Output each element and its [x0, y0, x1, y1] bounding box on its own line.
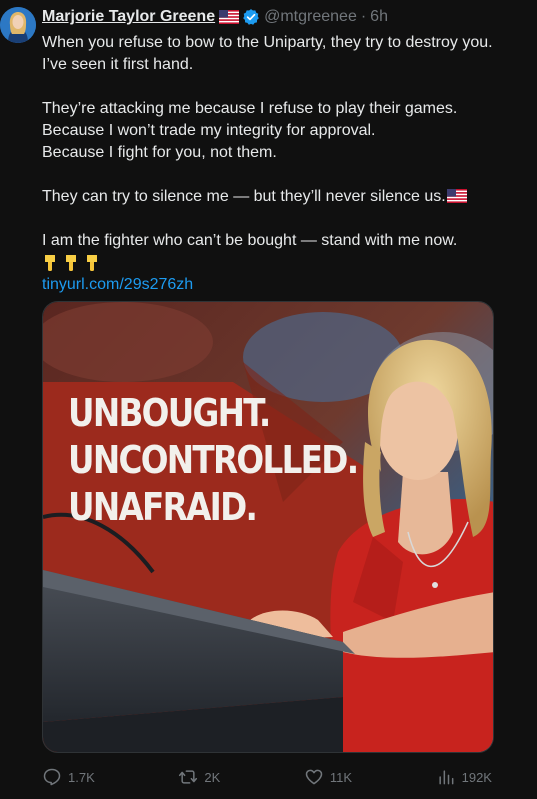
- separator-dot: ·: [360, 8, 367, 25]
- tweet-link[interactable]: tinyurl.com/29s276zh: [42, 276, 193, 293]
- text-line: When you refuse to bow to the Uniparty, …: [42, 34, 493, 51]
- backhand-index-pointing-down-icon: [63, 254, 79, 272]
- handle[interactable]: @mtgreenee: [264, 8, 357, 26]
- repost-icon: [179, 770, 198, 784]
- avatar-image: [0, 7, 36, 43]
- headline-line: UNAFRAID.: [68, 485, 258, 529]
- repost-count: 2K: [204, 769, 221, 785]
- backhand-index-pointing-down-icon: [84, 254, 100, 272]
- text-line: They’re attacking me because I refuse to…: [42, 100, 458, 117]
- heart-icon: [305, 769, 323, 785]
- graphic-headline: UNBOUGHT. UNCONTROLLED. UNAFRAID.: [68, 390, 359, 531]
- reply-count: 1.7K: [68, 769, 95, 785]
- like-count: 11K: [329, 769, 353, 785]
- like-button[interactable]: 11K: [304, 767, 352, 787]
- view-count: 192K: [461, 769, 492, 785]
- tweet-actions: 1.7K 2K 11K 192K: [42, 764, 492, 790]
- avatar[interactable]: [0, 7, 36, 43]
- us-flag-icon: [219, 10, 240, 24]
- text-line: Because I won’t trade my integrity for a…: [42, 122, 376, 139]
- headline-line: UNBOUGHT.: [68, 391, 271, 435]
- repost-button[interactable]: 2K: [178, 767, 220, 787]
- backhand-index-pointing-down-icon: [42, 254, 58, 272]
- analytics-icon: [439, 770, 454, 785]
- views-button[interactable]: 192K: [436, 767, 492, 787]
- text-line: I’ve seen it first hand.: [42, 56, 194, 73]
- text-line-content: They can try to silence me — but they’ll…: [42, 188, 446, 205]
- text-line: Because I fight for you, not them.: [42, 144, 277, 161]
- text-line: They can try to silence me — but they’ll…: [42, 186, 522, 208]
- reply-icon: [43, 768, 61, 786]
- reply-button[interactable]: 1.7K: [42, 767, 95, 787]
- verified-badge-icon: [242, 8, 260, 26]
- tweet-card[interactable]: Marjorie Taylor Greene @mtgreenee · 6h W…: [0, 0, 537, 799]
- tweet-image[interactable]: UNBOUGHT. UNCONTROLLED. UNAFRAID.: [42, 301, 494, 753]
- tweet-header: Marjorie Taylor Greene @mtgreenee · 6h: [42, 6, 388, 28]
- headline-line: UNCONTROLLED.: [68, 438, 359, 482]
- text-line: I am the fighter who can’t be bought — s…: [42, 232, 458, 249]
- timestamp[interactable]: 6h: [370, 8, 388, 26]
- tweet-text: When you refuse to bow to the Uniparty, …: [42, 32, 522, 296]
- us-flag-icon: [446, 188, 467, 203]
- emoji-row: [42, 252, 522, 274]
- display-name[interactable]: Marjorie Taylor Greene: [42, 8, 215, 26]
